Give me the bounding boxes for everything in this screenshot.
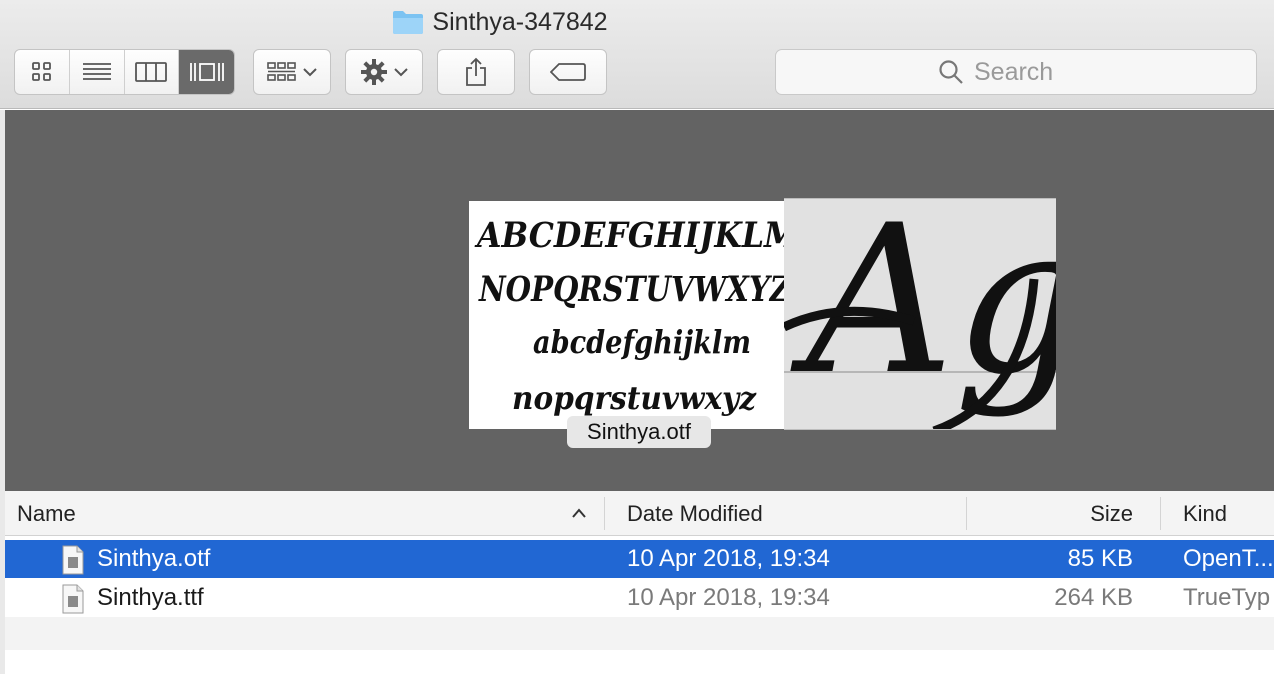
share-icon: [466, 57, 486, 86]
list-view-button[interactable]: [70, 50, 125, 94]
column-header-name[interactable]: Name: [17, 491, 587, 536]
group-by-button[interactable]: [253, 49, 331, 95]
chevron-up-icon: [572, 508, 586, 518]
file-date: 10 Apr 2018, 19:34: [627, 584, 830, 611]
magnifier-icon: [939, 60, 963, 84]
column-divider[interactable]: [604, 497, 605, 530]
list-header: Name Date Modified Size Kind: [5, 491, 1274, 536]
folder-icon: [392, 9, 424, 35]
specimen-line: nopqrstuvwxyz: [512, 379, 757, 417]
tag-button[interactable]: [529, 49, 607, 95]
column-divider[interactable]: [1160, 497, 1161, 530]
empty-row: [5, 617, 1274, 650]
file-date: 10 Apr 2018, 19:34: [627, 545, 830, 572]
window-title-text: Sinthya-347842: [432, 7, 608, 36]
font-specimen-thumbnail[interactable]: ABCDEFGHIJKLM NOPQRSTUVWXYZ abcdefghijkl…: [469, 201, 807, 429]
view-mode-control: [14, 49, 235, 95]
columns-icon: [135, 62, 168, 82]
specimen-line: abcdefghijklm: [533, 323, 751, 361]
font-file-icon: [62, 584, 84, 614]
chevron-down-icon: [303, 68, 317, 77]
file-name: Sinthya.ttf: [97, 584, 204, 611]
gear-icon: [361, 59, 387, 85]
window-title: Sinthya-347842: [0, 6, 1000, 38]
file-size: 85 KB: [1067, 545, 1133, 572]
chevron-down-icon: [394, 68, 408, 77]
cover-flow-preview: ABCDEFGHIJKLM NOPQRSTUVWXYZ abcdefghijkl…: [5, 110, 1274, 491]
cover-flow-icon: [189, 63, 224, 81]
specimen-line: ABCDEFGHIJKLM: [474, 215, 800, 256]
file-size: 264 KB: [1054, 584, 1133, 611]
specimen-line: NOPQRSTUVWXYZ: [478, 269, 792, 310]
toolbar: Sinthya-347842: [0, 0, 1274, 109]
column-header-date-label: Date Modified: [627, 500, 763, 526]
glyph-preview-thumbnail[interactable]: Ag: [784, 198, 1056, 430]
icon-view-button[interactable]: [15, 50, 70, 94]
search-input[interactable]: [974, 57, 1094, 87]
share-button[interactable]: [437, 49, 515, 95]
font-file-icon: [62, 545, 84, 575]
group-by-icon: [267, 62, 296, 81]
column-header-date[interactable]: Date Modified: [627, 491, 957, 536]
column-view-button[interactable]: [125, 50, 180, 94]
list-icon: [82, 63, 111, 80]
preview-caption: Sinthya.otf: [567, 416, 711, 448]
file-row[interactable]: Sinthya.ttf 10 Apr 2018, 19:34 264 KB Tr…: [5, 579, 1274, 617]
column-header-name-label: Name: [17, 500, 76, 526]
column-header-size-label: Size: [1090, 500, 1133, 526]
action-menu-button[interactable]: [345, 49, 423, 95]
search-field[interactable]: [775, 49, 1257, 95]
file-kind: TrueTyp: [1183, 584, 1271, 611]
file-name: Sinthya.otf: [97, 545, 211, 572]
column-header-kind[interactable]: Kind: [1183, 491, 1274, 536]
column-header-size[interactable]: Size: [967, 491, 1133, 536]
file-kind: OpenT...: [1183, 545, 1274, 572]
grid-icon: [31, 62, 51, 81]
tag-icon: [550, 63, 586, 81]
column-header-kind-label: Kind: [1183, 500, 1228, 526]
cover-flow-view-button[interactable]: [179, 50, 234, 94]
file-row-selected[interactable]: Sinthya.otf 10 Apr 2018, 19:34 85 KB Ope…: [5, 540, 1274, 578]
